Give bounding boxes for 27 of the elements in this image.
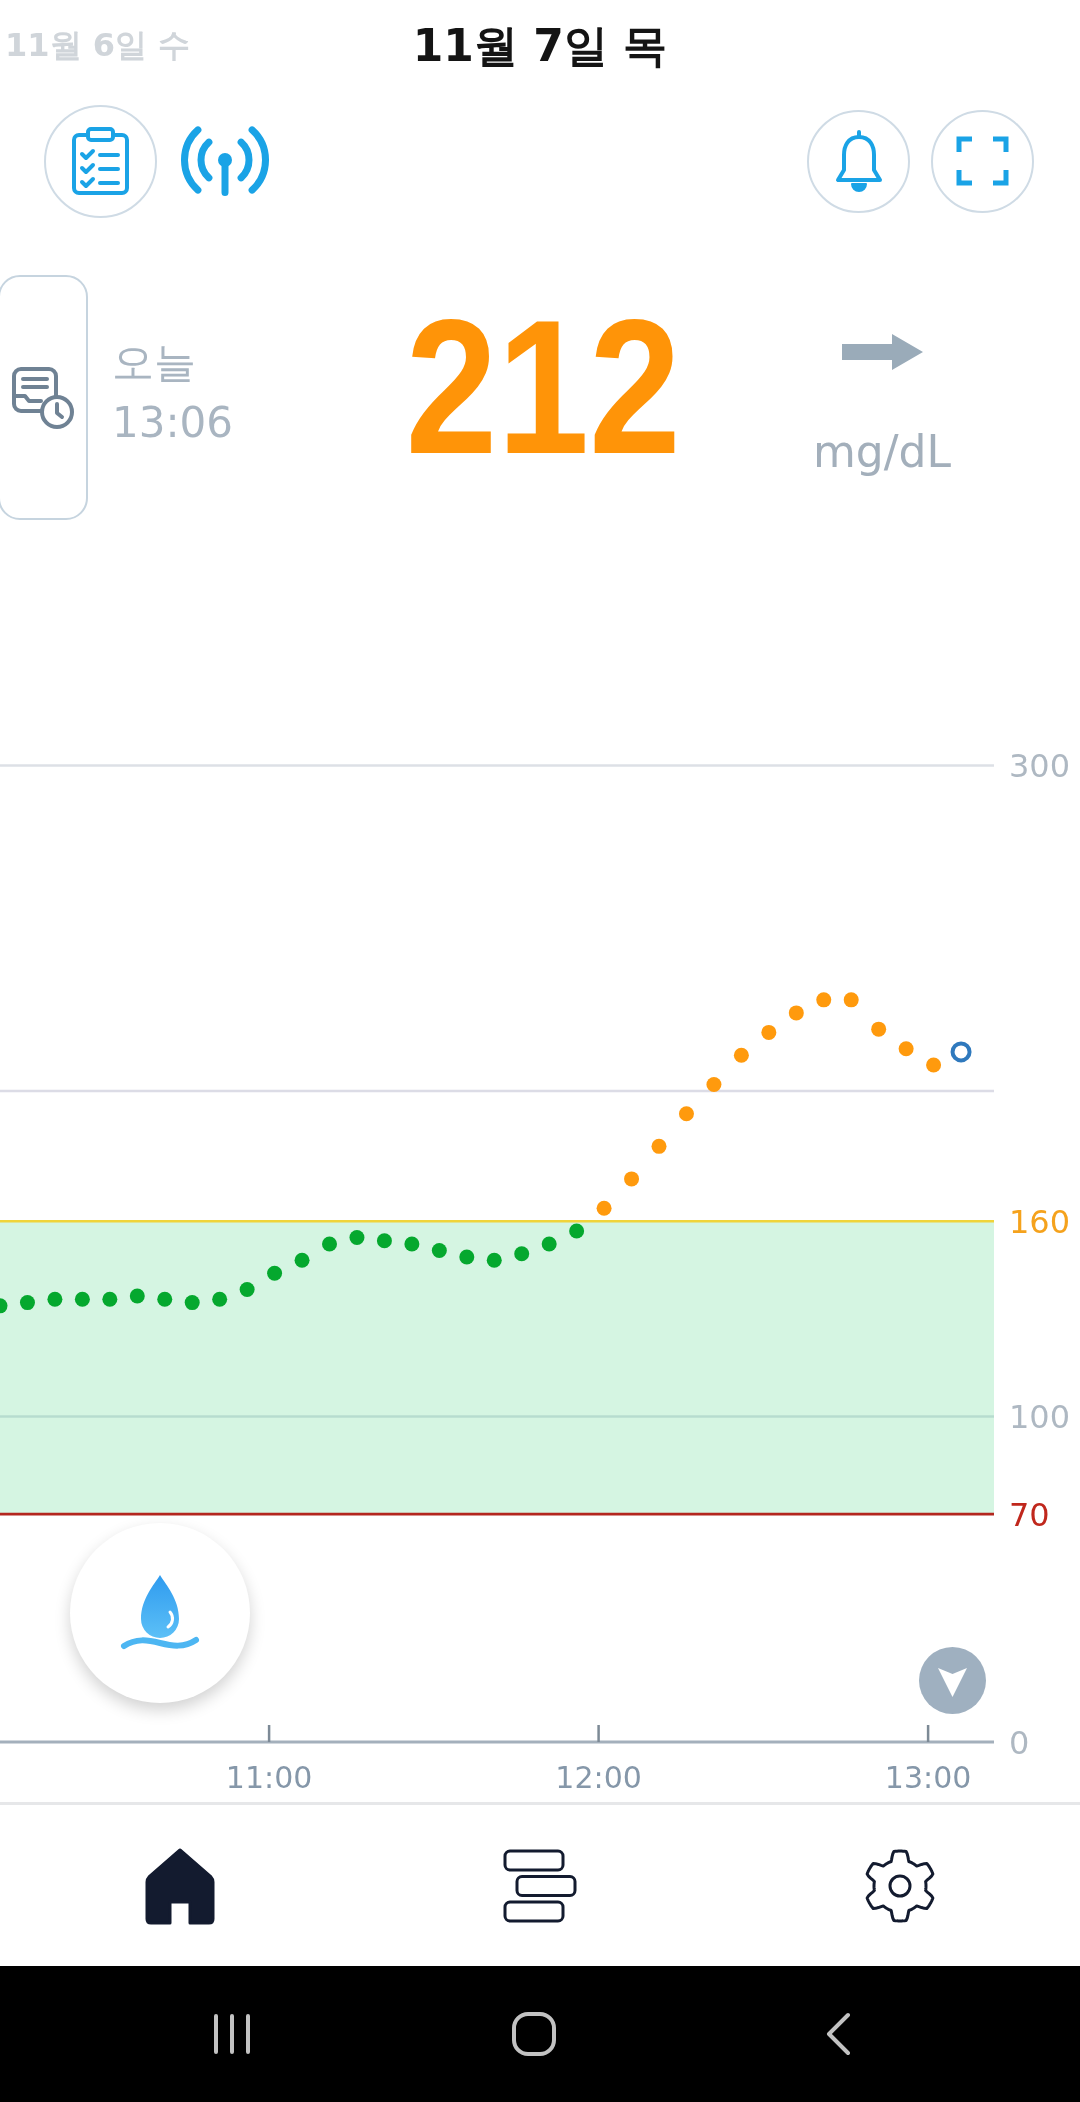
reading-time: 13:06 [112,397,234,449]
axis-label: 0 [1009,1723,1030,1762]
settings-icon[interactable] [863,1848,937,1923]
axis-label: 70 [1009,1495,1050,1534]
unit-label: mg/dL [812,427,952,477]
recent-apps-icon[interactable] [212,2013,252,2055]
bell-icon [833,130,884,192]
document-clock-icon [12,366,74,429]
axis-label: 11:00 [225,1760,313,1795]
water-drop-icon [120,1575,200,1651]
right-arrow-icon [841,334,923,370]
house-icon[interactable] [145,1846,215,1925]
day-label: 오늘 [112,338,196,388]
home-icon[interactable] [512,2012,556,2056]
fullscreen-icon [956,136,1009,186]
back-icon[interactable] [825,2012,851,2056]
history-button[interactable] [0,275,88,520]
clipboard-icon [72,127,129,195]
axis-label: 13:00 [884,1760,972,1795]
antenna-icon[interactable] [181,126,269,196]
axis-label: 300 [1009,747,1071,785]
axis-label: 160 [1009,1202,1071,1241]
glucose-value: 212 [405,291,681,483]
stacked-bars-icon[interactable] [503,1848,577,1923]
axis-label: 100 [1009,1398,1071,1436]
date-title: 11월 7일 목 [412,18,668,73]
axis-label: 12:00 [555,1760,642,1795]
